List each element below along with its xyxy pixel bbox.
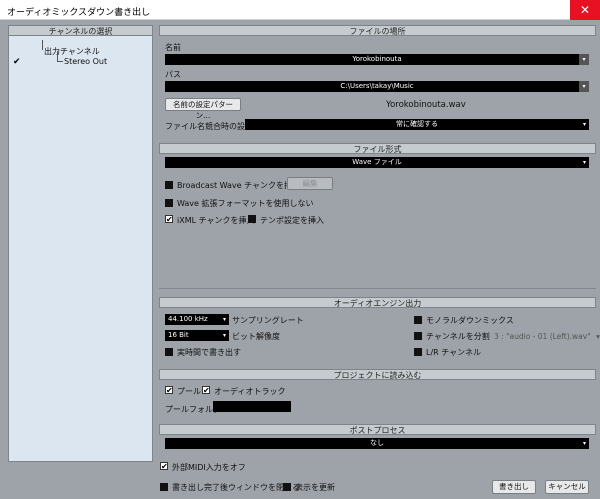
tree-connector: [57, 51, 58, 61]
post-process-section: ポストプロセス なし ▾: [159, 424, 596, 454]
chevron-down-icon[interactable]: ▾: [583, 119, 586, 130]
conflict-value: 常に確認する: [396, 120, 438, 128]
name-field[interactable]: Yorokobinouta ▾: [165, 54, 589, 65]
audio-track-label: オーディオトラック: [214, 387, 286, 396]
split-file-value: 3 : "audio - 01 (Left).wav": [494, 332, 591, 341]
file-format-section: ファイル形式 Wave ファイル ▾ Broadcast Wave チャンクを挿…: [159, 143, 596, 295]
split-channels-checkbox[interactable]: [414, 332, 422, 340]
split-channels-label: チャンネルを分割: [426, 332, 490, 341]
wave-ext-label: Wave 拡張フォーマットを使用しない: [177, 199, 314, 208]
stereo-out-checkbox[interactable]: ✔: [13, 57, 21, 67]
import-project-header: プロジェクトに読み込む: [159, 369, 596, 380]
filename-preview: Yorokobinouta.wav: [386, 100, 466, 110]
chevron-down-icon[interactable]: ▾: [223, 330, 226, 341]
realtime-label: 実時間で書き出す: [177, 348, 241, 357]
format-value: Wave ファイル: [352, 158, 402, 166]
channel-selection-panel: チャンネルの選択 出力チャンネル ✔ Stereo Out: [8, 25, 153, 462]
cancel-button[interactable]: キャンセル: [545, 480, 589, 494]
sample-rate-dropdown[interactable]: 44.100 kHz ▾: [165, 314, 229, 325]
path-label: パス: [165, 70, 181, 79]
tree-connector: [57, 61, 63, 62]
audio-engine-section: オーディオエンジン出力 44.100 kHz ▾ サンプリングレート 16 Bi…: [159, 297, 600, 361]
chevron-down-icon[interactable]: ▾: [579, 81, 589, 92]
name-value: Yorokobinouta: [352, 55, 402, 63]
mono-label: モノラルダウンミックス: [426, 316, 514, 325]
realtime-checkbox[interactable]: [165, 348, 173, 356]
mono-checkbox[interactable]: [414, 316, 422, 324]
file-location-section: ファイルの場所 名前 Yorokobinouta ▾ パス C:\Users\t…: [159, 25, 596, 140]
midi-off-label: 外部MIDI入力をオフ: [172, 463, 246, 472]
wave-ext-checkbox[interactable]: [165, 199, 173, 207]
ixml-label: iXML チャンクを挿入: [177, 216, 255, 225]
ixml-checkbox[interactable]: ✔: [165, 215, 173, 224]
chevron-down-icon[interactable]: ▾: [223, 314, 226, 325]
close-after-export-label: 書き出し完了後ウィンドウを閉じる: [172, 483, 300, 492]
conflict-dropdown[interactable]: 常に確認する ▾: [245, 119, 589, 130]
midi-off-checkbox[interactable]: ✔: [160, 462, 168, 471]
chevron-down-icon[interactable]: ▾: [579, 54, 589, 65]
export-button[interactable]: 書き出し: [492, 480, 536, 494]
divider: [159, 288, 596, 289]
pool-folder-field[interactable]: [213, 401, 291, 412]
split-file-dropdown[interactable]: 3 : "audio - 01 (Left).wav" ▾: [494, 332, 600, 341]
path-value: C:\Users\takay\Music: [340, 82, 414, 90]
pool-checkbox[interactable]: ✔: [165, 386, 173, 395]
sample-rate-value: 44.100 kHz: [168, 315, 208, 323]
tree-item-output-channels[interactable]: 出力チャンネル: [44, 46, 100, 57]
tempo-checkbox[interactable]: [248, 215, 256, 223]
chevron-down-icon[interactable]: ▾: [596, 332, 600, 341]
pool-label: プール: [177, 387, 201, 396]
post-process-value: なし: [370, 439, 384, 447]
format-dropdown[interactable]: Wave ファイル ▾: [165, 157, 589, 168]
channel-panel-header: チャンネルの選択: [8, 25, 153, 36]
naming-pattern-button[interactable]: 名前の設定パターン...: [165, 98, 241, 120]
update-display-checkbox[interactable]: [283, 483, 291, 491]
path-field[interactable]: C:\Users\takay\Music ▾: [165, 81, 589, 92]
tree-item-stereo-out[interactable]: Stereo Out: [64, 57, 107, 66]
lr-channel-checkbox[interactable]: [414, 348, 422, 356]
audio-engine-header: オーディオエンジン出力: [159, 297, 596, 308]
title-bar: オーディオミックスダウン書き出し ✕: [0, 0, 600, 20]
post-process-dropdown[interactable]: なし ▾: [165, 438, 589, 449]
update-display-label: 表示を更新: [295, 483, 335, 492]
tree-connector: [42, 40, 43, 50]
conflict-label: ファイル名競合時の設定: [165, 122, 253, 131]
file-format-header: ファイル形式: [159, 143, 596, 154]
bit-depth-label: ビット解像度: [232, 332, 280, 341]
close-after-export-checkbox[interactable]: [160, 483, 168, 491]
bit-depth-dropdown[interactable]: 16 Bit ▾: [165, 330, 229, 341]
post-process-header: ポストプロセス: [159, 424, 596, 435]
window-title: オーディオミックスダウン書き出し: [7, 8, 151, 18]
bwf-edit-button[interactable]: 編集: [287, 177, 333, 190]
bwf-label: Broadcast Wave チャンクを挿入: [177, 181, 301, 190]
audio-track-checkbox[interactable]: ✔: [202, 386, 210, 395]
file-location-header: ファイルの場所: [159, 25, 596, 36]
bit-depth-value: 16 Bit: [168, 331, 189, 339]
chevron-down-icon[interactable]: ▾: [583, 157, 586, 168]
chevron-down-icon[interactable]: ▾: [583, 438, 586, 449]
sample-rate-label: サンプリングレート: [232, 316, 304, 325]
lr-channel-label: L/R チャンネル: [426, 348, 482, 357]
name-label: 名前: [165, 43, 181, 52]
import-project-section: プロジェクトに読み込む ✔ プール ✔ オーディオトラック プールフォルダー: [159, 369, 596, 417]
close-icon[interactable]: ✕: [570, 0, 600, 20]
tempo-label: テンポ設定を挿入: [260, 216, 324, 225]
bwf-checkbox[interactable]: [165, 181, 173, 189]
